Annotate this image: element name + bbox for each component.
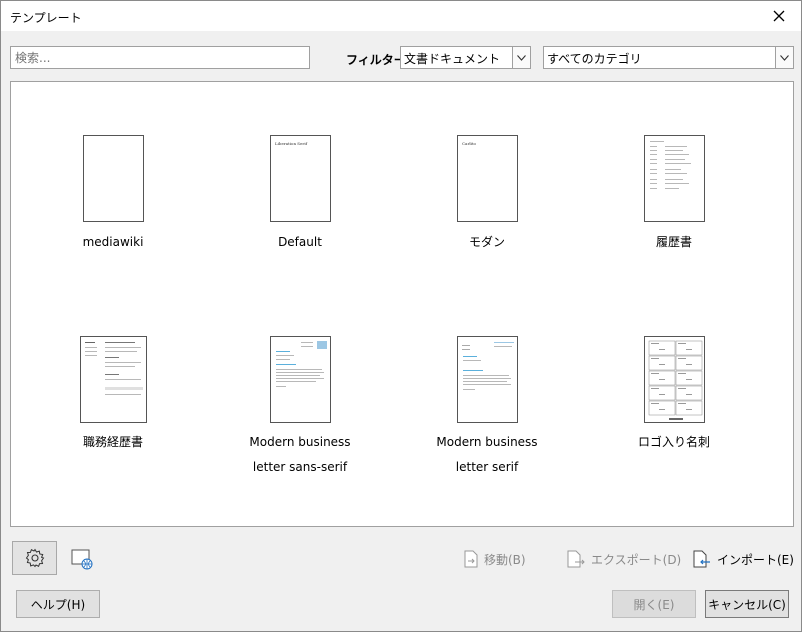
template-thumbnail: [80, 336, 147, 423]
import-icon: [693, 550, 710, 568]
export-button[interactable]: エクスポート(D): [567, 549, 681, 569]
template-thumbnail: [644, 135, 705, 222]
template-label-line2: letter sans-serif: [252, 460, 348, 474]
dialog-title: テンプレート: [10, 11, 82, 25]
chevron-down-icon[interactable]: [775, 47, 793, 68]
close-button[interactable]: [757, 1, 801, 31]
move-label: 移動(B): [484, 552, 526, 567]
move-icon: [464, 550, 478, 568]
open-button[interactable]: 開く(E): [612, 590, 696, 618]
template-label: モダン: [468, 235, 505, 249]
template-thumbnail: Liberation Serif: [270, 135, 331, 222]
document-type-value: 文書ドキュメント: [404, 52, 501, 66]
template-label: Modern business: [249, 435, 351, 449]
help-button[interactable]: ヘルプ(H): [16, 590, 100, 618]
template-label-line2: letter serif: [455, 460, 519, 474]
settings-button[interactable]: [12, 541, 57, 575]
template-thumbnail: [457, 336, 518, 423]
templates-dialog: テンプレート フィルター 文書ドキュメント すべてのカテゴリ mediawiki…: [0, 0, 802, 632]
category-value: すべてのカテゴリ: [547, 52, 642, 66]
online-templates-button[interactable]: [69, 546, 95, 572]
gear-icon: [25, 548, 44, 568]
export-label: エクスポート(D): [591, 552, 682, 567]
template-label: 履歴書: [655, 235, 692, 249]
template-thumbnail: [270, 336, 331, 423]
filter-label: フィルター: [346, 53, 406, 67]
import-label: インポート(E): [717, 552, 794, 567]
import-button[interactable]: インポート(E): [693, 549, 794, 569]
category-select[interactable]: すべてのカテゴリ: [543, 46, 794, 69]
thumb-text: Liberation Serif: [275, 141, 308, 146]
thumb-text: Carlito: [462, 141, 476, 146]
template-grid: mediawiki Liberation Serif Default Carli…: [10, 81, 794, 527]
template-thumbnail: Carlito: [457, 135, 518, 222]
search-input[interactable]: [10, 46, 310, 69]
export-icon: [567, 550, 585, 568]
globe-document-icon: [71, 549, 93, 570]
template-label: ロゴ入り名刺: [637, 435, 710, 449]
close-icon: [773, 10, 785, 22]
template-label: 職務経歴書: [82, 435, 143, 449]
chevron-down-icon[interactable]: [512, 47, 530, 68]
document-type-select[interactable]: 文書ドキュメント: [400, 46, 531, 69]
template-label: Modern business: [436, 435, 538, 449]
title-bar: テンプレート: [1, 1, 801, 31]
template-label: mediawiki: [82, 235, 144, 249]
move-button[interactable]: 移動(B): [464, 549, 526, 569]
template-label: Default: [278, 235, 322, 249]
cancel-button[interactable]: キャンセル(C): [705, 590, 789, 618]
template-thumbnail: [644, 336, 705, 423]
template-thumbnail: [83, 135, 144, 222]
